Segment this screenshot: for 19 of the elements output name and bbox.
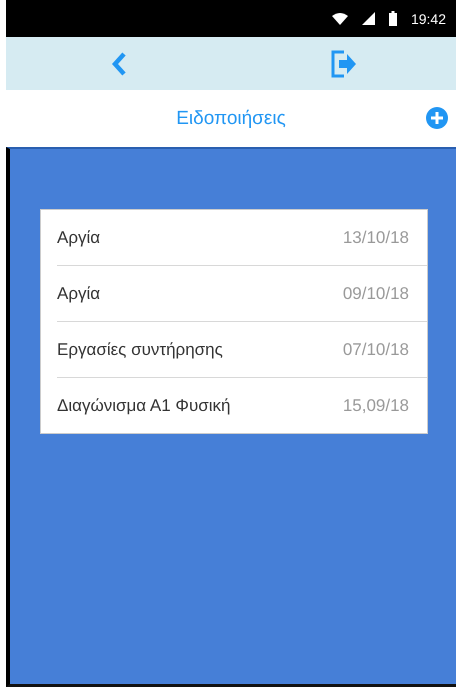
page-title: Ειδοποιήσεις xyxy=(176,108,286,130)
add-button[interactable] xyxy=(426,107,448,129)
back-icon xyxy=(110,50,126,76)
notification-title: Αργία xyxy=(57,228,100,248)
back-button[interactable] xyxy=(110,50,126,76)
wifi-icon xyxy=(332,12,348,24)
battery-icon xyxy=(388,11,397,26)
logout-icon xyxy=(330,50,356,78)
notification-date: 09/10/18 xyxy=(342,284,409,304)
notification-date: 13/10/18 xyxy=(342,228,409,248)
notification-title: Αργία xyxy=(57,284,100,304)
status-time: 19:42 xyxy=(410,10,446,26)
add-icon xyxy=(426,107,448,129)
notification-title: Εργασίες συντήρησης xyxy=(57,340,223,360)
logout-button[interactable] xyxy=(330,50,356,78)
notification-title: Διαγώνισμα Α1 Φυσική xyxy=(57,396,231,416)
notification-date: 15,09/18 xyxy=(342,396,409,416)
signal-icon xyxy=(362,12,375,25)
notification-date: 07/10/18 xyxy=(342,340,409,360)
